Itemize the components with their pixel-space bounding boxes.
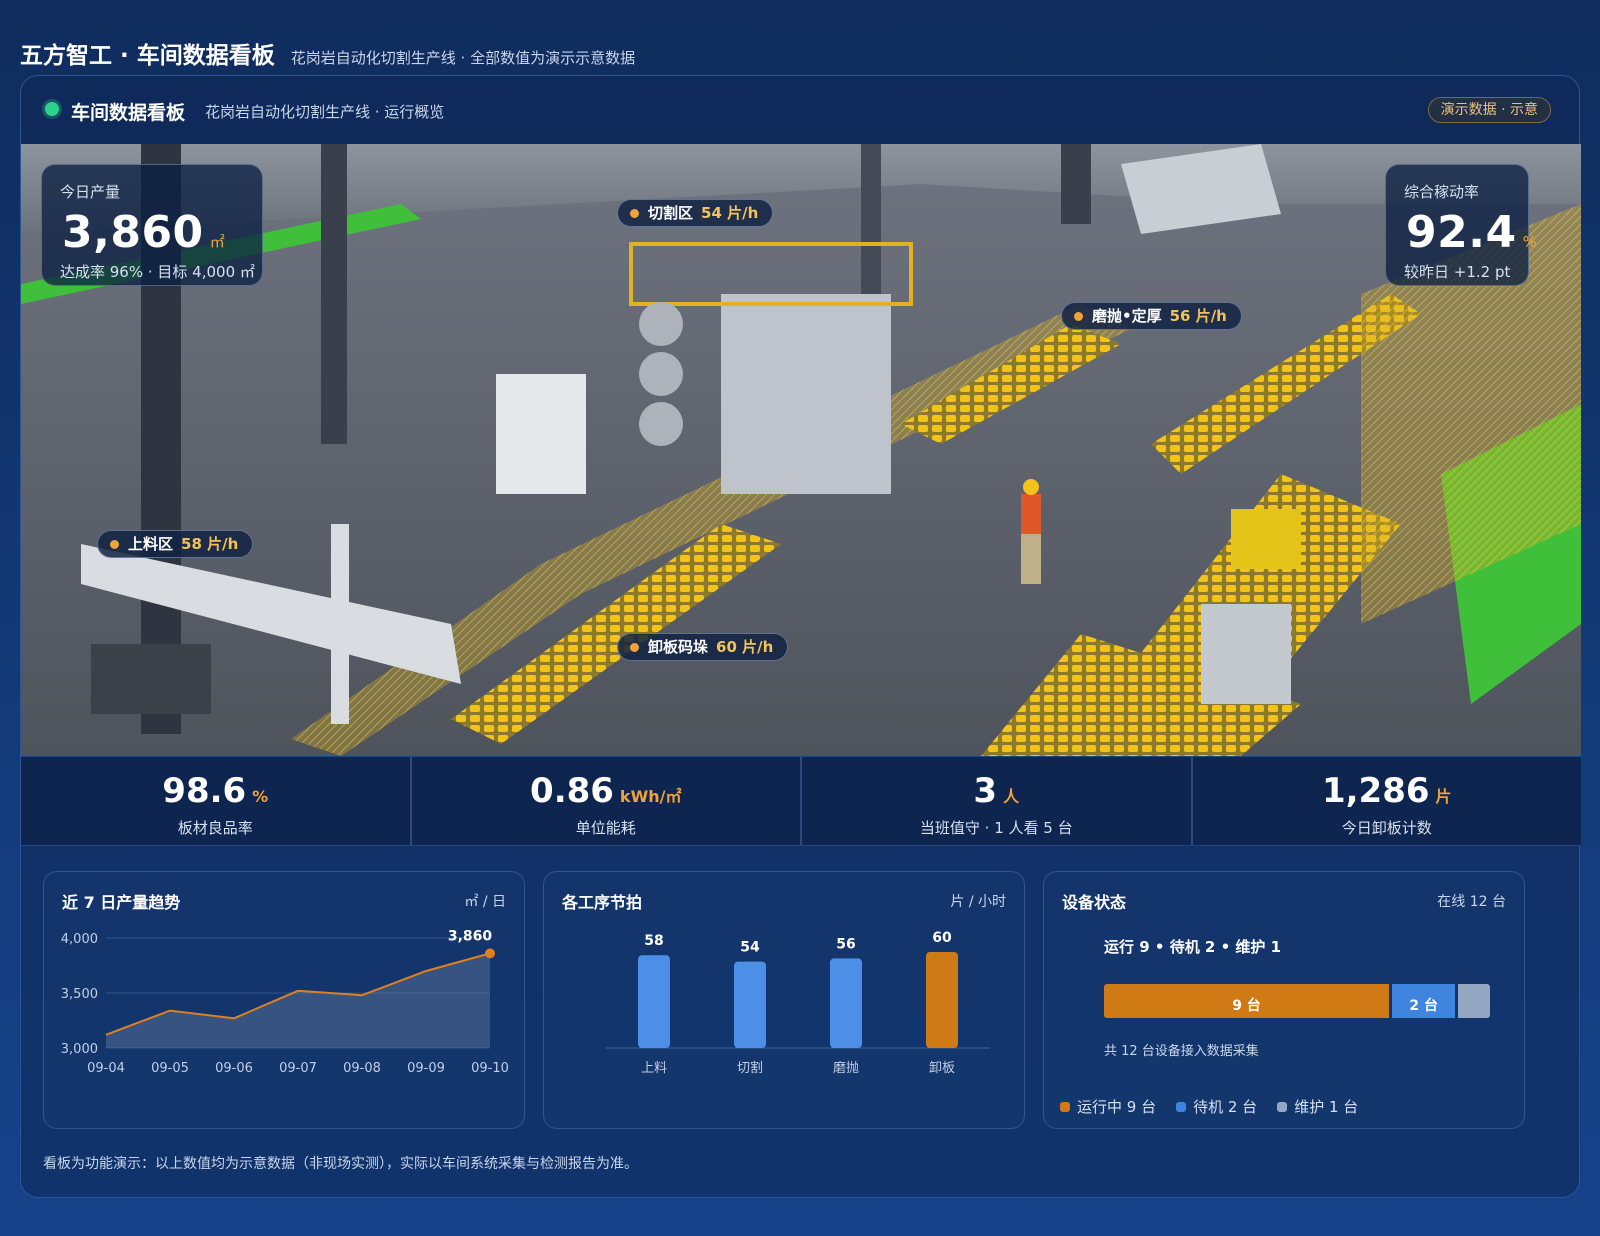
station-dot-icon [630,209,639,218]
legend-swatch-icon [1176,1101,1187,1112]
stat-unit: % [252,787,269,806]
category-label: 上料 [641,1061,667,1076]
panel-title: 车间数据看板 [71,102,186,124]
stat-staff: 3人 当班值守 · 1 人看 5 台 [802,757,1193,845]
stat-unit: kWh/㎡ [619,787,682,806]
category-label: 卸板 [929,1060,955,1076]
equipment-online: 在线 12 台 [1437,894,1506,910]
live-status-dot-icon [45,102,59,116]
stat-value: 3 [973,771,998,811]
equipment-title: 设备状态 [1062,893,1127,912]
x-tick-label: 09-09 [407,1061,445,1076]
station-dot-icon [110,540,119,549]
x-tick-label: 09-04 [87,1061,125,1076]
trend-area [106,953,490,1048]
station-dot-icon [1074,312,1083,321]
dashboard-panel: 车间数据看板 花岗岩自动化切割生产线 · 运行概览 演示数据 · 示意 今日产量… [20,75,1581,1198]
trend-point-latest [485,948,495,959]
stat-unload-count: 1,286 片 今日卸板计数 [1193,757,1582,845]
x-tick-label: 09-10 [471,1061,509,1076]
stats-strip: 98.6% 板材良品率 0.86 kWh/㎡ 单位能耗 3人 当班值守 · 1 人… [21,756,1581,846]
legend-swatch-icon [1277,1101,1288,1112]
x-tick-label: 09-05 [151,1061,189,1076]
footnote: 看板为功能演示：以上数值均为示意数据（非现场实测），实际以车间系统采集与检测报告… [43,1156,638,1172]
category-label: 切割 [737,1060,763,1076]
oee-card: 综合稼动率 92.4% 较昨日 +1.2 pt [1385,164,1537,286]
demo-data-badge: 演示数据 · 示意 [1427,97,1551,123]
oee-value: 92.4% [1406,207,1538,258]
x-tick-label: 09-08 [343,1061,381,1076]
stat-label: 单位能耗 [575,819,636,837]
bar-1 [734,961,766,1048]
panel-header: 车间数据看板 花岗岩自动化切割生产线 · 运行概览 演示数据 · 示意 [21,76,1579,144]
station-tag-polishing[interactable]: 磨抛•定厚 56 片/h [1061,302,1242,330]
production-line-scene: 今日产量 3,860 ㎡ 达成率 96% · 目标 4,000 ㎡ 综合稼动率 9… [21,144,1581,756]
bar-0 [638,955,670,1048]
oee-sub: 较昨日 +1.2 pt [1404,263,1511,281]
status-segment: 9 台 [1104,984,1389,1018]
stat-value: 98.6 [162,771,247,811]
y-tick-label: 3,000 [61,1042,98,1057]
takt-card: 各工序节拍 片 / 小时 58 上料 54 切割 56 磨抛 60 卸板 [543,871,1025,1129]
equipment-card: 设备状态 在线 12 台 运行 9 • 待机 2 • 维护 1 9 台2 台 共… [1043,871,1525,1129]
trend-card: 近 7 日产量趋势 ㎡ / 日 3,000 3,500 4,000 3,860 09-0… [43,871,525,1129]
oee-label: 综合稼动率 [1404,183,1480,201]
equipment-legend: 运行中 9 台 待机 2 台 维护 1 台 [1060,1096,1358,1117]
x-tick-label: 09-06 [215,1061,253,1076]
legend-item-standby: 待机 2 台 [1176,1096,1257,1117]
takt-chart: 58 上料 54 切割 56 磨抛 60 卸板 [606,930,990,1076]
station-tag-loading[interactable]: 上料区 58 片/h [97,530,254,558]
stat-label: 今日卸板计数 [1341,819,1432,837]
status-segment: 2 台 [1392,984,1456,1018]
page-header: 五方智工 · 车间数据看板 花岗岩自动化切割生产线 · 全部数值为演示示意数据 [20,36,635,70]
bar-value-label: 60 [932,930,952,946]
today-output-card: 今日产量 3,860 ㎡ 达成率 96% · 目标 4,000 ㎡ [41,164,263,286]
station-tag-unloading[interactable]: 卸板码垛 60 片/h [617,633,789,661]
status-segment [1458,984,1490,1018]
page-title: 五方智工 · 车间数据看板 [20,43,275,69]
stat-label: 当班值守 · 1 人看 5 台 [919,819,1073,837]
today-output-label: 今日产量 [60,183,121,201]
bar-3 [926,952,958,1048]
y-tick-label: 3,500 [61,987,98,1002]
legend-swatch-icon [1060,1101,1070,1112]
equipment-summary: 运行 9 • 待机 2 • 维护 1 [1104,938,1282,956]
stat-unit: 片 [1435,787,1452,806]
panel-subtitle: 花岗岩自动化切割生产线 · 运行概览 [205,103,445,121]
bar-2 [830,958,862,1048]
category-label: 磨抛 [833,1061,859,1076]
stat-value: 0.86 [530,771,614,811]
page-subtitle: 花岗岩自动化切割生产线 · 全部数值为演示示意数据 [290,49,636,67]
stat-unit: 人 [1003,787,1020,806]
today-output-sub: 达成率 96% · 目标 4,000 ㎡ [60,263,255,281]
station-dot-icon [630,643,639,652]
station-tag-cutting[interactable]: 切割区 54 片/h [617,199,774,227]
x-tick-label: 09-07 [279,1061,317,1076]
stat-yield-rate: 98.6% 板材良品率 [21,757,412,845]
today-output-value: 3,860 ㎡ [62,207,226,258]
stat-energy: 0.86 kWh/㎡ 单位能耗 [412,757,802,845]
bar-value-label: 54 [740,940,760,956]
trend-chart: 3,000 3,500 4,000 3,860 09-04 09-05 09-06 09-07… [61,928,509,1076]
legend-item-running: 运行中 9 台 [1060,1096,1156,1117]
trend-annotation: 3,860 [448,928,493,944]
bar-value-label: 56 [836,936,855,952]
y-tick-label: 4,000 [61,932,98,947]
stat-value: 1,286 [1321,771,1430,811]
bar-value-label: 58 [644,933,663,949]
legend-item-maintenance: 维护 1 台 [1277,1096,1358,1117]
equipment-note: 共 12 台设备接入数据采集 [1104,1044,1259,1059]
equipment-status-bar: 9 台2 台 [1104,984,1490,1018]
stat-label: 板材良品率 [177,819,253,837]
